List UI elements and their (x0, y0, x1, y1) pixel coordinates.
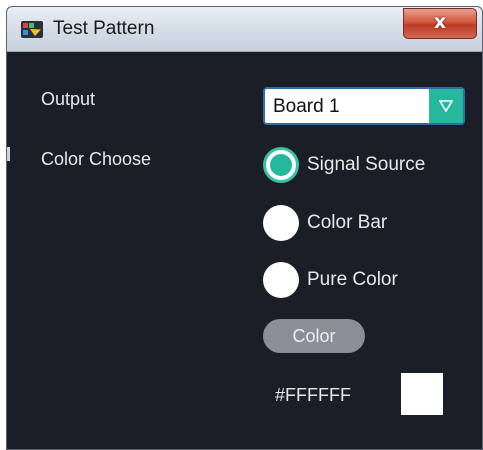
title-bar[interactable]: Test Pattern x (7, 7, 482, 52)
output-label: Output (41, 89, 96, 109)
window-title: Test Pattern (53, 18, 155, 39)
radio-label-pure-color: Pure Color (307, 269, 398, 290)
output-select[interactable]: Board 1 (263, 87, 465, 125)
radio-button-selected[interactable] (263, 147, 299, 183)
chevron-down-icon (439, 100, 453, 112)
output-select-toggle[interactable] (429, 89, 463, 123)
window-edge-mark (7, 147, 10, 161)
close-icon: x (433, 11, 447, 33)
output-select-value: Board 1 (273, 96, 340, 117)
color-swatch[interactable] (401, 373, 443, 415)
radio-label-signal-source: Signal Source (307, 154, 426, 175)
color-choose-label: Color Choose (41, 149, 152, 169)
color-button[interactable]: Color (263, 319, 365, 353)
radio-button[interactable] (263, 262, 299, 298)
test-pattern-dialog: Test Pattern x Output Board 1 Color Choo… (6, 6, 483, 450)
app-logo-icon (21, 21, 43, 38)
radio-label-color-bar: Color Bar (307, 212, 388, 233)
radio-button[interactable] (263, 205, 299, 241)
radio-dot (270, 154, 292, 176)
color-hex-value: #FFFFFF (275, 385, 351, 405)
close-button[interactable]: x (403, 8, 477, 39)
